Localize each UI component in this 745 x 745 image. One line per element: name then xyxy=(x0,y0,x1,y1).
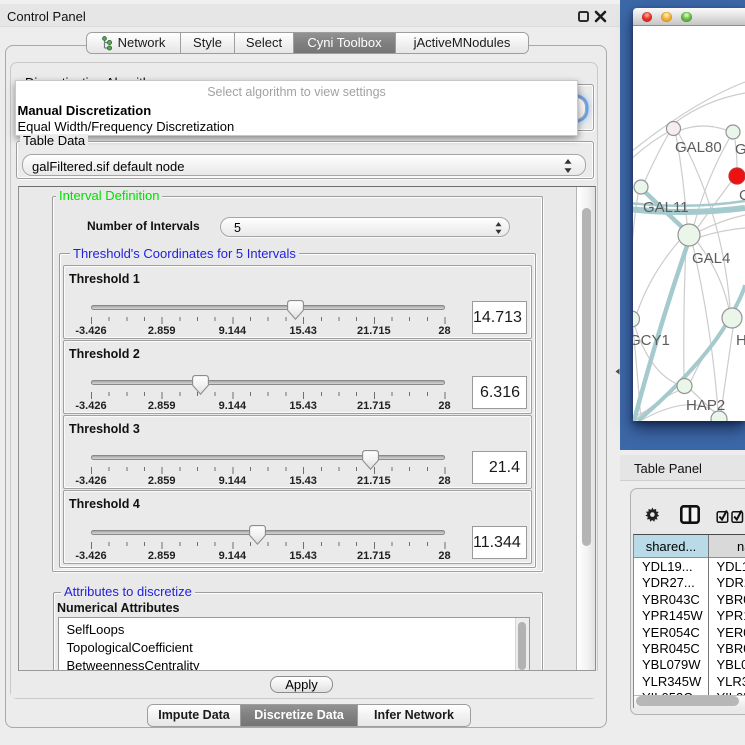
svg-text:HA: HA xyxy=(736,332,745,349)
svg-text:HAP2: HAP2 xyxy=(686,397,725,414)
svg-text:GAL4: GAL4 xyxy=(692,250,730,267)
svg-text:GA: GA xyxy=(735,141,745,158)
svg-text:GAL11: GAL11 xyxy=(643,199,689,216)
svg-text:GCY1: GCY1 xyxy=(633,332,670,349)
svg-text:GAL80: GAL80 xyxy=(675,139,722,156)
svg-text:C: C xyxy=(739,187,745,204)
